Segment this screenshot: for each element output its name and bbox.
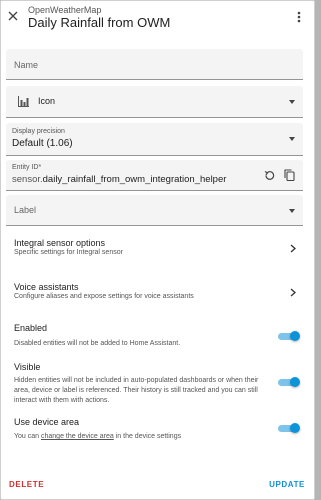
visible-toggle[interactable] bbox=[278, 377, 300, 387]
name-label: Name bbox=[14, 60, 39, 70]
visible-subtitle: Hidden entities will not be included in … bbox=[14, 377, 259, 404]
chevron-right-icon bbox=[290, 244, 296, 253]
visible-row: Visible Hidden entities will not be incl… bbox=[14, 362, 304, 406]
entity-id-text: daily_rainfall_from_owm_integration_help… bbox=[42, 174, 227, 185]
more-vertical-icon bbox=[297, 11, 301, 23]
device-area-subtitle-before: You can bbox=[14, 433, 41, 440]
integral-options-row[interactable]: Integral sensor options Specific setting… bbox=[14, 238, 304, 266]
close-button[interactable] bbox=[4, 7, 22, 25]
entity-id-value: sensor.daily_rainfall_from_owm_integrati… bbox=[12, 174, 226, 185]
voice-assistants-title: Voice assistants bbox=[14, 282, 79, 292]
device-area-row: Use device area You can change the devic… bbox=[14, 417, 304, 445]
enabled-title: Enabled bbox=[14, 323, 48, 333]
update-button[interactable]: UPDATE bbox=[269, 480, 305, 489]
more-options-button[interactable] bbox=[294, 9, 304, 25]
chevron-down-icon bbox=[289, 100, 295, 104]
delete-button[interactable]: DELETE bbox=[9, 480, 44, 489]
toggle-thumb bbox=[290, 377, 300, 387]
chevron-down-icon bbox=[289, 137, 295, 141]
toggle-thumb bbox=[290, 423, 300, 433]
display-precision-label: Display precision bbox=[12, 128, 65, 135]
enabled-subtitle: Disabled entities will not be added to H… bbox=[14, 340, 181, 347]
toggle-thumb bbox=[290, 331, 300, 341]
integral-options-subtitle: Specific settings for Integral sensor bbox=[14, 249, 123, 256]
enabled-toggle[interactable] bbox=[278, 331, 300, 341]
label-field-label: Label bbox=[14, 205, 37, 215]
restore-icon[interactable] bbox=[264, 170, 275, 181]
entity-id-field[interactable]: Entity ID* sensor.daily_rainfall_from_ow… bbox=[6, 160, 303, 191]
change-device-area-link[interactable]: change the device area bbox=[41, 433, 114, 440]
label-select[interactable]: Label bbox=[6, 195, 303, 226]
chevron-down-icon bbox=[289, 209, 295, 213]
dialog-subtitle: OpenWeatherMap bbox=[28, 5, 102, 15]
chevron-right-icon bbox=[290, 288, 296, 297]
enabled-row: Enabled Disabled entities will not be ad… bbox=[14, 323, 304, 353]
device-area-subtitle: You can change the device area in the de… bbox=[14, 432, 304, 442]
device-area-subtitle-after: in the device settings bbox=[113, 433, 182, 440]
entity-id-label: Entity ID* bbox=[12, 164, 42, 171]
dialog-footer: DELETE UPDATE bbox=[1, 469, 314, 499]
dialog-title: Daily Rainfall from OWM bbox=[28, 15, 171, 30]
dialog-header: OpenWeatherMap Daily Rainfall from OWM bbox=[1, 1, 314, 41]
icon-picker-field[interactable]: Icon bbox=[6, 86, 303, 118]
entity-id-prefix: sensor. bbox=[12, 174, 43, 185]
copy-icon[interactable] bbox=[284, 169, 295, 181]
icon-label: Icon bbox=[38, 96, 56, 106]
visible-title: Visible bbox=[14, 362, 41, 372]
name-field[interactable]: Name bbox=[6, 49, 303, 80]
display-precision-select[interactable]: Display precision Default (1.06) bbox=[6, 123, 303, 156]
device-area-title: Use device area bbox=[14, 417, 80, 427]
integral-options-title: Integral sensor options bbox=[14, 238, 106, 248]
entity-settings-dialog: OpenWeatherMap Daily Rainfall from OWM N… bbox=[0, 0, 315, 500]
chart-bar-icon bbox=[18, 96, 29, 107]
voice-assistants-subtitle: Configure aliases and expose settings fo… bbox=[14, 293, 194, 300]
close-icon bbox=[8, 11, 18, 21]
voice-assistants-row[interactable]: Voice assistants Configure aliases and e… bbox=[14, 282, 304, 310]
display-precision-value: Default (1.06) bbox=[12, 138, 73, 149]
device-area-toggle[interactable] bbox=[278, 423, 300, 433]
